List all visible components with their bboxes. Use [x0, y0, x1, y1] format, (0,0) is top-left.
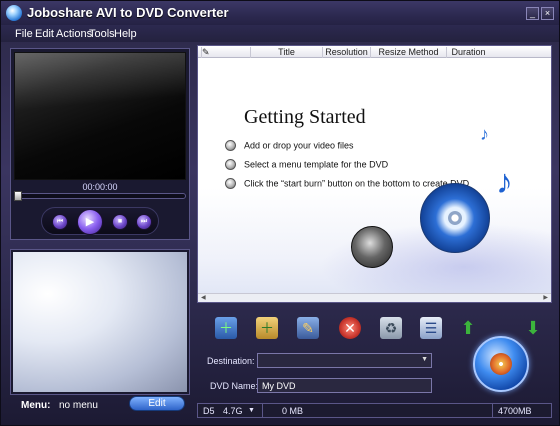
- status-bar: D5 4.7G ▼ 0 MB 4700MB: [197, 403, 552, 418]
- properties-icon[interactable]: ☰: [420, 317, 442, 339]
- column-duration[interactable]: Duration: [446, 47, 490, 58]
- menu-file[interactable]: File: [15, 28, 33, 40]
- divider: [262, 404, 263, 417]
- getting-started-title: Getting Started: [244, 106, 366, 128]
- menu-actions[interactable]: Actions: [56, 28, 92, 40]
- app-window: Joboshare AVI to DVD Converter _ × File …: [0, 0, 560, 426]
- video-preview-screen: [14, 52, 186, 180]
- file-list-header: ✎ Title Resolution Resize Method Duratio…: [198, 46, 551, 58]
- start-burn-button[interactable]: [473, 336, 529, 392]
- title-bar: Joboshare AVI to DVD Converter _ ×: [1, 1, 559, 25]
- getting-started-step: Click the “start burn” button on the bot…: [225, 178, 469, 190]
- add-video-icon[interactable]: ＋: [215, 317, 237, 339]
- seek-thumb[interactable]: [14, 191, 22, 201]
- clear-trash-icon[interactable]: ♻: [380, 317, 402, 339]
- close-button[interactable]: ×: [541, 7, 554, 20]
- getting-started-step: Add or drop your video files: [225, 140, 354, 152]
- file-list[interactable]: ✎ Title Resolution Resize Method Duratio…: [197, 45, 552, 303]
- scroll-right-icon[interactable]: ▶: [543, 294, 548, 301]
- music-note-icon: ♪: [496, 163, 513, 201]
- menu-bar: File Edit Actions Tools Help: [1, 25, 559, 42]
- disc-size-select[interactable]: 4.7G: [223, 406, 243, 416]
- dvd-disc-icon: [420, 183, 490, 253]
- dvd-name-input[interactable]: My DVD: [257, 378, 432, 393]
- play-button[interactable]: ▶: [77, 209, 103, 235]
- disc-type: D5: [203, 406, 215, 416]
- getting-started-step: Select a menu template for the DVD: [225, 159, 388, 171]
- film-reel-icon: [351, 226, 393, 268]
- playback-controls: ⏮ ▶ ■ ⏭: [41, 207, 159, 235]
- playback-time: 00:00:00: [82, 182, 118, 192]
- menu-help[interactable]: Help: [114, 28, 137, 40]
- burn-disc-icon: [490, 353, 512, 375]
- menu-preview-panel: [10, 249, 190, 395]
- getting-started-area: Getting Started Add or drop your video f…: [198, 59, 551, 299]
- step-bullet-icon: [225, 178, 236, 190]
- move-up-icon[interactable]: ⬆: [457, 317, 479, 339]
- step-bullet-icon: [225, 140, 236, 152]
- disc-capacity: 4700MB: [498, 406, 532, 416]
- menu-edit[interactable]: Edit: [35, 28, 54, 40]
- column-resolution[interactable]: Resolution: [322, 47, 370, 58]
- step-bullet-icon: [225, 159, 236, 171]
- menu-tools[interactable]: Tools: [89, 28, 115, 40]
- remove-icon[interactable]: ✕: [339, 317, 361, 339]
- dvd-name-label: DVD Name:: [210, 381, 259, 391]
- column-title[interactable]: Title: [250, 47, 322, 58]
- chevron-down-icon[interactable]: ▼: [248, 407, 255, 414]
- edit-video-icon[interactable]: ✎: [297, 317, 319, 339]
- music-note-icon: ♪: [480, 124, 489, 144]
- window-title: Joboshare AVI to DVD Converter: [27, 5, 229, 20]
- seek-bar[interactable]: [14, 191, 186, 201]
- menu-preview-screen: [13, 252, 187, 392]
- move-down-icon[interactable]: ⬇: [522, 317, 544, 339]
- destination-label: Destination:: [207, 356, 255, 366]
- horizontal-scrollbar[interactable]: ◀ ▶: [198, 293, 551, 302]
- add-folder-icon[interactable]: ＋: [256, 317, 278, 339]
- scroll-left-icon[interactable]: ◀: [201, 294, 206, 301]
- app-logo-icon: [6, 5, 22, 21]
- video-preview-panel: 00:00:00 ⏮ ▶ ■ ⏭: [10, 48, 190, 240]
- stop-button[interactable]: ■: [112, 214, 128, 230]
- used-space: 0 MB: [282, 406, 304, 416]
- next-button[interactable]: ⏭: [136, 214, 152, 230]
- divider: [492, 404, 493, 417]
- destination-select[interactable]: ▼: [257, 353, 432, 368]
- menu-value: no menu: [59, 400, 98, 411]
- pencil-icon: ✎: [201, 47, 210, 58]
- chevron-down-icon[interactable]: ▼: [421, 356, 428, 363]
- column-resize-method[interactable]: Resize Method: [370, 47, 446, 58]
- minimize-button[interactable]: _: [526, 7, 539, 20]
- menu-label: Menu:: [21, 400, 51, 411]
- previous-button[interactable]: ⏮: [52, 214, 68, 230]
- edit-menu-button[interactable]: Edit: [129, 396, 185, 411]
